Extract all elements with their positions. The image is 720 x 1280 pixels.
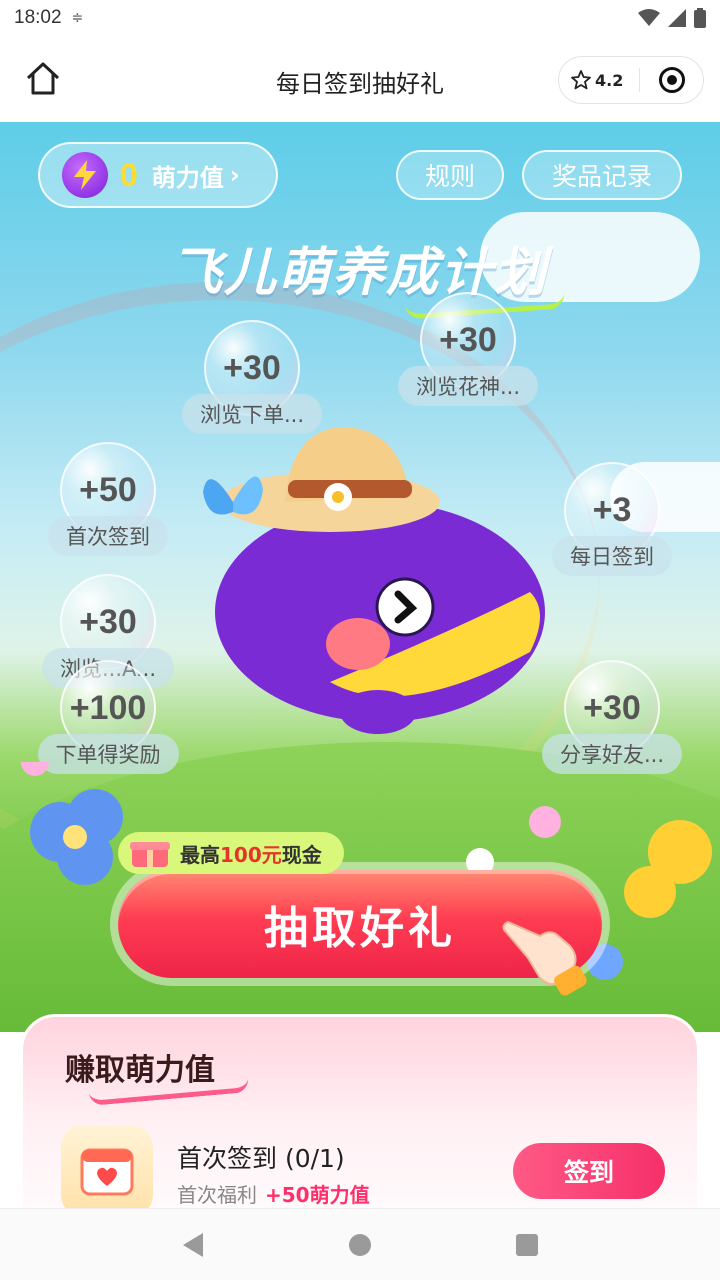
sign-in-button[interactable]: 签到: [513, 1143, 665, 1199]
task-description: 首次福利 +50萌力值: [177, 1179, 370, 1208]
bubble-task[interactable]: +3 每日签到: [542, 462, 682, 576]
max-reward-tag: 最高 100元 现金: [118, 832, 344, 874]
mini-program-nav-bar: 每日签到抽好礼 4.2: [0, 36, 720, 122]
max-reward-prefix: 最高: [180, 842, 220, 867]
home-icon: [26, 62, 60, 95]
rules-label: 规则: [424, 162, 475, 191]
wifi-icon: [638, 9, 660, 26]
bubble-label: 浏览花神...: [397, 366, 539, 406]
meng-points-label: 萌力值: [151, 163, 224, 192]
chevron-right-icon: ›: [229, 161, 240, 189]
task-desc-text: 首次福利: [177, 1183, 257, 1207]
max-reward-amount: 100元: [220, 842, 282, 867]
meng-points-value: 0: [120, 156, 138, 193]
prize-records-button[interactable]: 奖品记录: [522, 150, 682, 200]
draw-prize-label: 抽取好礼: [264, 903, 456, 954]
signal-icon: [668, 9, 686, 27]
calendar-icon: [61, 1125, 153, 1217]
task-title: 首次签到 (0/1): [177, 1144, 345, 1173]
meng-points-pill[interactable]: 0 萌力值 ›: [38, 142, 278, 208]
task-reward: +50萌力值: [265, 1183, 370, 1207]
sign-in-label: 签到: [563, 1158, 614, 1187]
bubble-task[interactable]: +30 浏览花神...: [397, 292, 539, 406]
lightning-icon: [62, 152, 108, 198]
home-circle-icon[interactable]: [348, 1233, 372, 1257]
recents-square-icon[interactable]: [515, 1233, 539, 1257]
bubble-task[interactable]: +100 下单得奖励: [36, 660, 180, 774]
bubble-task[interactable]: +50 首次签到: [38, 442, 178, 556]
home-button[interactable]: [22, 58, 64, 100]
prize-records-label: 奖品记录: [551, 162, 652, 191]
bubble-task[interactable]: +30 分享好友...: [541, 660, 683, 774]
status-bar: 18:02 ≑: [0, 0, 720, 36]
back-triangle-icon[interactable]: [181, 1232, 205, 1258]
butterfly-icon: [203, 476, 263, 515]
rating-value: 4.2: [595, 70, 624, 90]
rules-button[interactable]: 规则: [396, 150, 504, 200]
bubble-label: 首次签到: [48, 516, 168, 556]
target-icon: [658, 67, 685, 93]
status-time: 18:02: [14, 7, 62, 28]
star-icon: [571, 70, 591, 90]
close-mini-program-button[interactable]: [640, 66, 703, 94]
pointing-hand-icon: [502, 920, 587, 996]
system-nav-bar: [0, 1208, 720, 1280]
bubble-label: 每日签到: [552, 536, 672, 576]
hero-section: 0 萌力值 › 规则 奖品记录 飞儿萌养成计划 +30 浏览下单... +30 …: [0, 122, 720, 1032]
status-notification-icon: ≑: [71, 10, 84, 26]
gift-icon: [130, 842, 170, 867]
capsule-menu: 4.2: [558, 56, 704, 104]
bubble-task[interactable]: +30 浏览下单...: [181, 320, 323, 434]
battery-icon: [694, 8, 706, 28]
max-reward-suffix: 现金: [281, 842, 322, 867]
rating-button[interactable]: 4.2: [559, 70, 639, 90]
